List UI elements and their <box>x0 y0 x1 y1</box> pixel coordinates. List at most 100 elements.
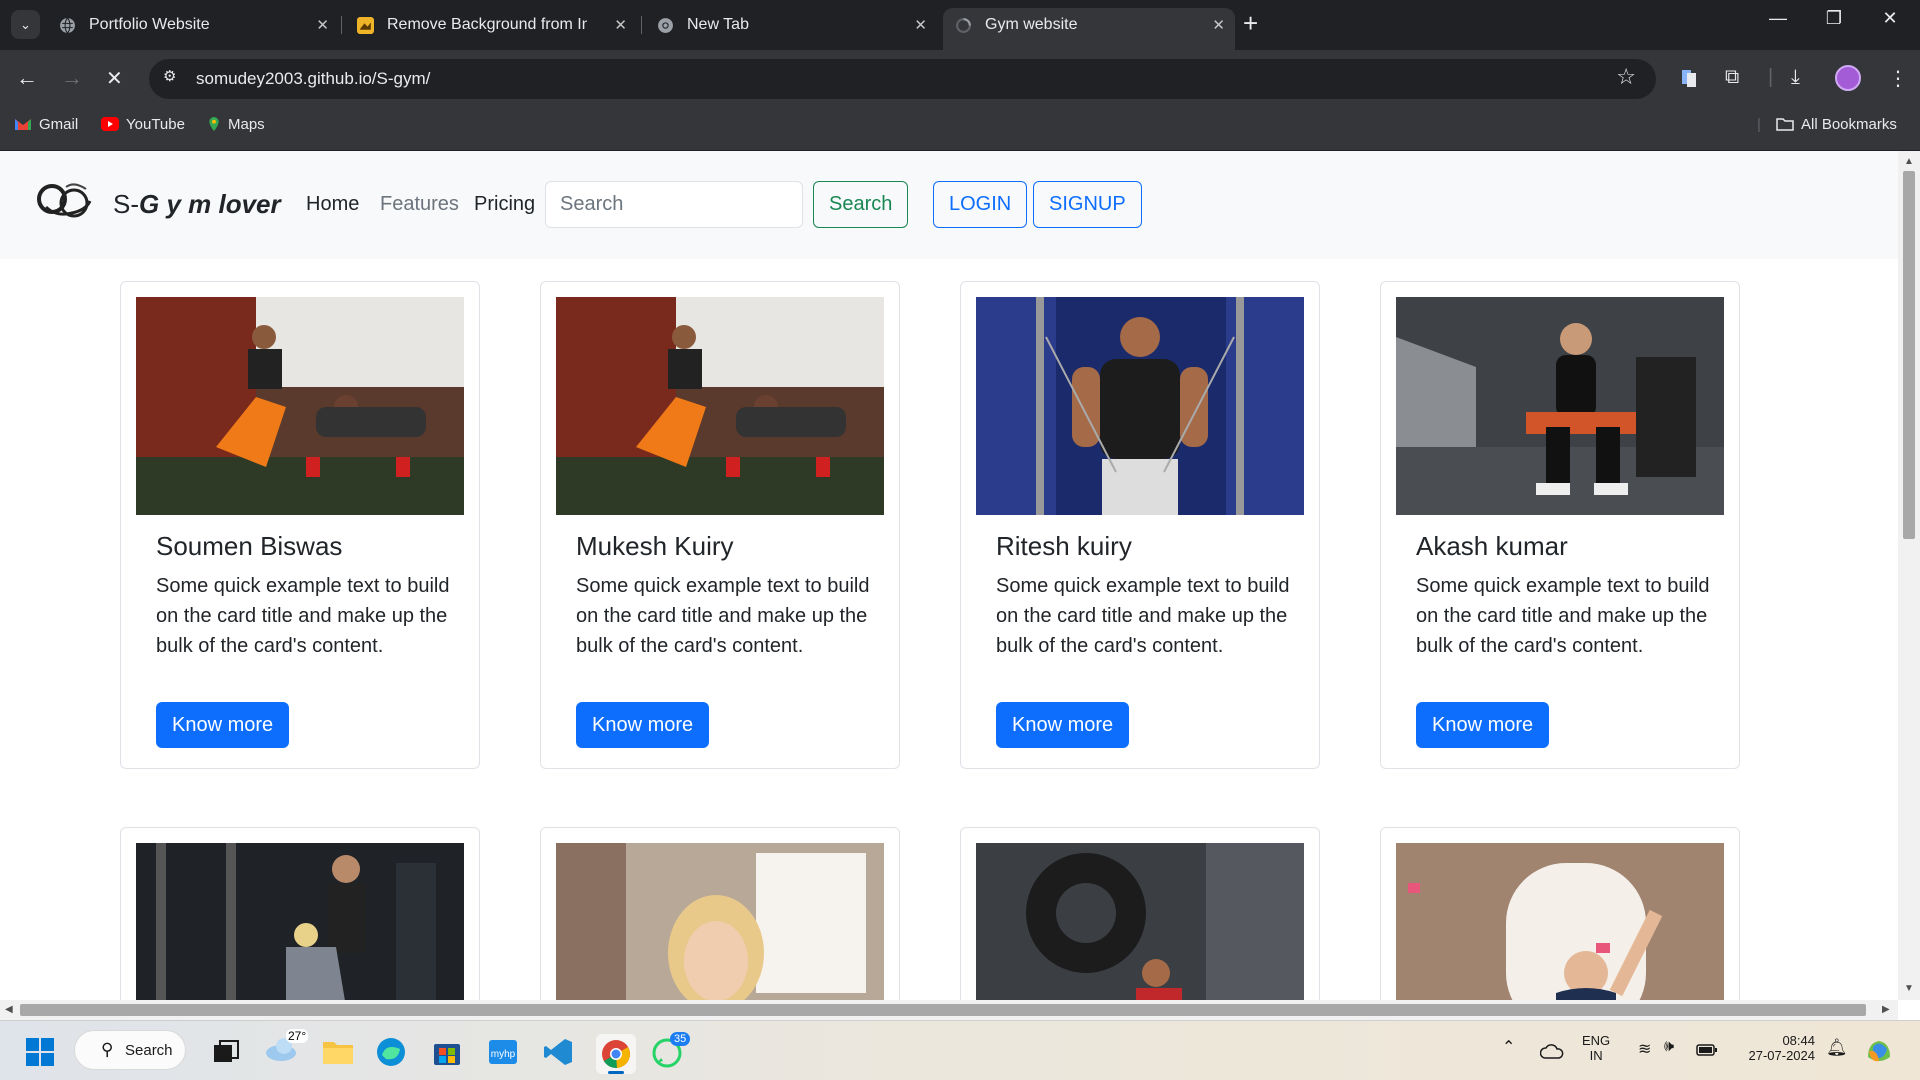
tab-portfolio[interactable]: Portfolio Website ✕ <box>47 8 339 42</box>
language-region: IN <box>1589 1048 1603 1063</box>
onedrive-cloud-icon[interactable] <box>1540 1043 1564 1059</box>
tab-close-icon[interactable]: ✕ <box>914 16 927 34</box>
tab-close-icon[interactable]: ✕ <box>1212 16 1225 34</box>
maps-pin-icon <box>209 117 219 131</box>
profile-avatar-icon[interactable] <box>1835 65 1861 91</box>
card-image <box>976 843 1304 1000</box>
signup-button[interactable]: SIGNUP <box>1033 181 1142 228</box>
new-tab-button[interactable]: + <box>1243 8 1258 39</box>
wifi-icon[interactable]: ≋ <box>1638 1039 1651 1059</box>
card-text: Some quick example text to build on the … <box>996 575 1290 657</box>
address-bar[interactable]: ⚙ somudey2003.github.io/S-gym/ ☆ <box>149 59 1656 99</box>
windows-taskbar: ⚲ Search 27° myhp 35 ⌃ ENG IN ≋ 🕪 08:44 … <box>0 1020 1920 1080</box>
bookmark-youtube[interactable]: YouTube <box>101 116 185 133</box>
url-text[interactable]: somudey2003.github.io/S-gym/ <box>196 69 430 89</box>
site-search-button[interactable]: Search <box>813 181 909 228</box>
language-indicator[interactable]: ENG IN <box>1582 1033 1610 1063</box>
tab-close-icon[interactable]: ✕ <box>316 16 329 34</box>
stop-loading-icon[interactable]: ✕ <box>106 66 123 91</box>
loading-spinner-icon <box>956 18 971 33</box>
card-text: Some quick example text to build on the … <box>576 575 870 657</box>
trainer-photo-dumbbell-woman <box>1396 843 1724 1000</box>
card-image <box>976 297 1304 515</box>
minimize-icon[interactable]: — <box>1758 8 1798 29</box>
download-icon[interactable]: ⤓ <box>1791 66 1800 89</box>
horizontal-scroll-thumb[interactable] <box>20 1004 1866 1016</box>
weather-widget[interactable]: 27° <box>264 1029 309 1068</box>
trainer-card <box>120 827 480 1000</box>
back-icon[interactable]: ← <box>16 65 38 91</box>
restore-icon[interactable]: ❐ <box>1814 8 1854 29</box>
extensions-icon[interactable]: ⧉ <box>1725 66 1739 89</box>
globe-icon <box>60 17 75 34</box>
tab-gym-website[interactable]: Gym website ✕ <box>943 8 1235 50</box>
scroll-up-icon[interactable]: ▲ <box>1904 156 1914 167</box>
svg-text:myhp: myhp <box>491 1049 516 1060</box>
bookmark-star-icon[interactable]: ☆ <box>1616 64 1636 90</box>
bookmark-maps[interactable]: Maps <box>207 116 265 133</box>
site-brand[interactable]: S-G y m lover <box>113 189 281 220</box>
tab-new-tab[interactable]: New Tab ✕ <box>645 8 937 42</box>
taskbar-search-box[interactable]: ⚲ Search <box>74 1030 186 1070</box>
whatsapp-taskbar-item[interactable]: 35 <box>652 1032 691 1073</box>
volume-icon[interactable]: 🕪 <box>1664 1038 1674 1056</box>
file-explorer-icon[interactable] <box>322 1038 354 1066</box>
site-navbar: S-G y m lover Home Features Pricing Sear… <box>0 151 1898 259</box>
bookmark-gmail[interactable]: Gmail <box>14 116 78 133</box>
chrome-taskbar-item[interactable] <box>596 1034 636 1074</box>
card-image <box>1396 297 1724 515</box>
know-more-button[interactable]: Know more <box>996 702 1130 748</box>
active-app-indicator <box>608 1071 624 1074</box>
windows-start-icon[interactable] <box>26 1038 54 1066</box>
all-bookmarks-label: All Bookmarks <box>1801 116 1897 133</box>
whatsapp-unread-badge: 35 <box>670 1032 691 1046</box>
trainer-card <box>960 827 1320 1000</box>
tab-search-menu-button[interactable]: ⌄ <box>11 10 40 39</box>
nav-pricing[interactable]: Pricing <box>474 193 535 216</box>
copilot-icon[interactable] <box>1864 1037 1894 1067</box>
tab-close-icon[interactable]: ✕ <box>614 16 627 34</box>
more-menu-icon[interactable]: ⋮ <box>1888 66 1908 91</box>
battery-icon[interactable] <box>1696 1044 1718 1056</box>
trainer-photo-smiling-woman <box>556 843 884 1000</box>
edge-browser-icon[interactable] <box>376 1037 406 1067</box>
clock[interactable]: 08:44 27-07-2024 <box>1733 1033 1816 1063</box>
gym-logo-icon[interactable] <box>36 179 94 225</box>
login-button[interactable]: LOGIN <box>933 181 1028 228</box>
trainer-photo-tire-workout <box>976 843 1304 1000</box>
reading-list-icon[interactable] <box>1680 68 1698 88</box>
trainer-photo-squat-rack <box>136 843 464 1000</box>
remove-bg-favicon-icon <box>357 17 374 34</box>
trainer-card <box>1380 827 1740 1000</box>
know-more-button[interactable]: Know more <box>1416 702 1550 748</box>
tab-remove-background[interactable]: Remove Background from Imag ✕ <box>345 8 637 42</box>
chrome-app-icon <box>602 1040 630 1069</box>
nav-home[interactable]: Home <box>306 193 359 216</box>
know-more-button[interactable]: Know more <box>156 702 290 748</box>
horizontal-scrollbar[interactable]: ◀ ▶ <box>0 1000 1898 1020</box>
nav-features[interactable]: Features <box>380 193 459 216</box>
vertical-scroll-thumb[interactable] <box>1903 171 1915 539</box>
brand-name: G y m lover <box>139 189 281 219</box>
weather-temp: 27° <box>286 1029 309 1043</box>
tab-title: Remove Background from Imag <box>387 16 587 33</box>
trainer-photo-seated <box>1396 297 1724 515</box>
vertical-scrollbar[interactable]: ▲ ▼ <box>1898 151 1920 1000</box>
vscode-icon[interactable] <box>543 1037 573 1067</box>
microsoft-store-icon[interactable] <box>433 1038 461 1066</box>
scroll-down-icon[interactable]: ▼ <box>1904 983 1914 994</box>
myhp-icon[interactable]: myhp <box>488 1038 518 1066</box>
show-hidden-icons[interactable]: ⌃ <box>1502 1037 1515 1057</box>
scroll-right-icon[interactable]: ▶ <box>1882 1004 1890 1015</box>
task-view-icon[interactable] <box>213 1040 239 1064</box>
trainer-card: Ritesh kuiry Some quick example text to … <box>960 281 1320 769</box>
notifications-icon[interactable]: 🔔︎ <box>1826 1038 1848 1058</box>
site-search-input[interactable] <box>545 181 803 228</box>
close-window-icon[interactable]: ✕ <box>1870 8 1910 29</box>
site-info-icon[interactable]: ⚙ <box>163 67 183 87</box>
all-bookmarks-button[interactable]: All Bookmarks <box>1776 116 1897 133</box>
scroll-left-icon[interactable]: ◀ <box>5 1004 13 1015</box>
forward-icon[interactable]: → <box>61 65 83 91</box>
know-more-button[interactable]: Know more <box>576 702 710 748</box>
clock-time: 08:44 <box>1782 1033 1815 1048</box>
